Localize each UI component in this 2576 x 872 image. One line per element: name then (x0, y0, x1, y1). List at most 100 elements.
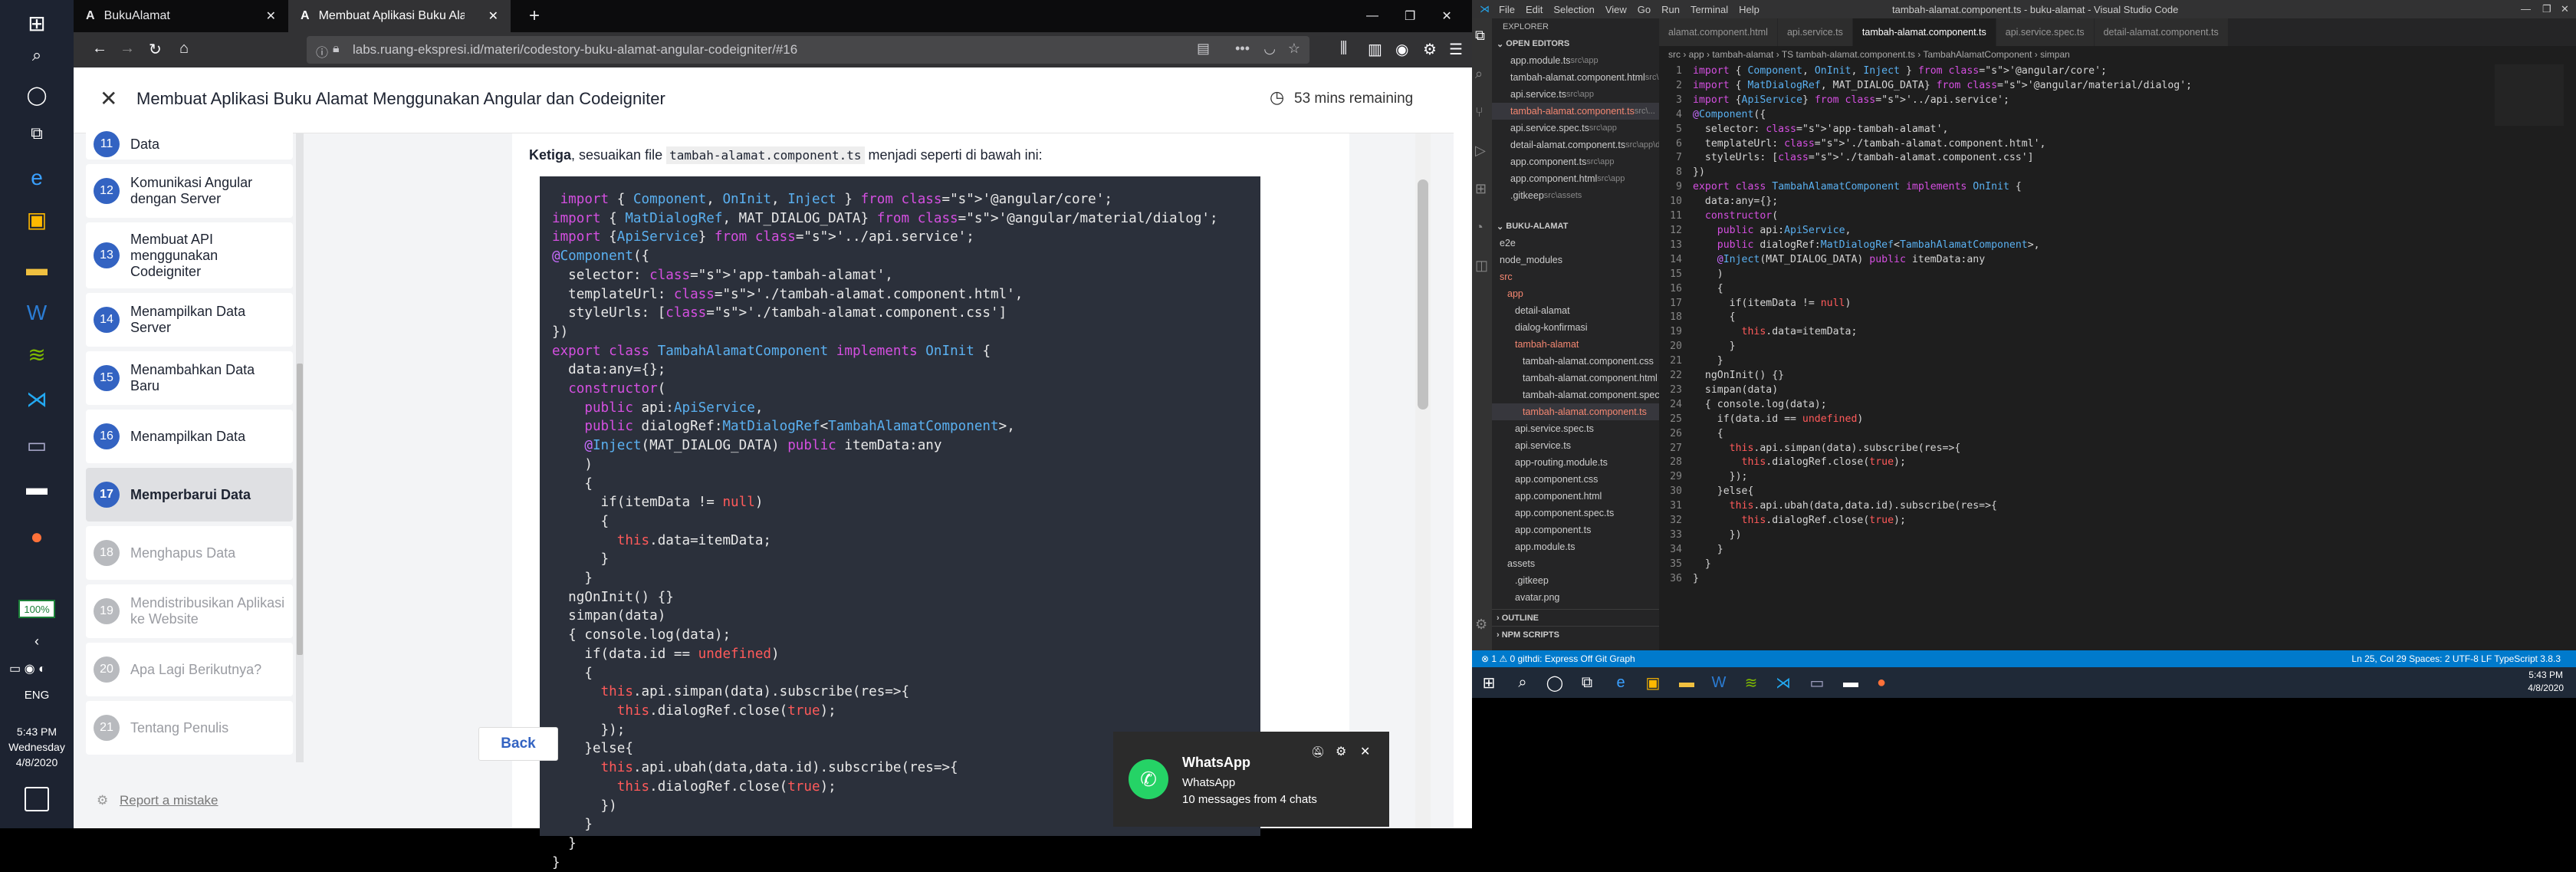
sidebar-scrollbar[interactable] (296, 133, 304, 762)
open-editor-item[interactable]: api.service.spec.ts src\app (1492, 120, 1659, 137)
back-button[interactable]: Back (478, 727, 558, 761)
open-editor-item[interactable]: .gitkeep src\assets (1492, 187, 1659, 204)
open-editor-item[interactable]: app.module.ts src\app (1492, 52, 1659, 69)
search-icon[interactable]: ⌕ (18, 37, 55, 74)
editor-tab[interactable]: api.service.ts (1777, 18, 1853, 46)
notification-center-icon[interactable] (25, 787, 49, 811)
tray-icons[interactable]: ▭ ◉ ◐ (9, 661, 46, 676)
close-icon[interactable]: ✕ (1360, 744, 1370, 759)
tree-item[interactable]: tambah-alamat (1492, 336, 1659, 353)
open-editors-header[interactable]: ⌄ OPEN EDITORS (1492, 35, 1659, 52)
search-icon[interactable]: ⌕ (1509, 670, 1536, 695)
info-icon[interactable]: ⓘ (316, 42, 328, 61)
edge-icon[interactable]: e (1607, 670, 1635, 695)
source-control-icon[interactable]: ⑂ (1475, 104, 1484, 120)
bookmark-star-icon[interactable]: ☆ (1288, 41, 1300, 57)
tree-item[interactable]: api.service.ts (1492, 437, 1659, 454)
cortana-icon[interactable]: ◯ (18, 77, 55, 114)
open-editor-item[interactable]: app.component.ts src\app (1492, 153, 1659, 170)
more-icon[interactable]: ••• (1235, 41, 1250, 57)
tree-item[interactable]: api.service.spec.ts (1492, 420, 1659, 437)
lesson-item[interactable]: 18 Menghapus Data (86, 526, 293, 580)
outline-header[interactable]: › OUTLINE (1492, 609, 1659, 626)
menu-go[interactable]: Go (1638, 4, 1651, 15)
tree-item[interactable]: src (1492, 268, 1659, 285)
store-icon[interactable]: ▣ (1639, 670, 1667, 695)
breadcrumb[interactable]: src › app › tambah-alamat › TS tambah-al… (1659, 46, 2576, 63)
tree-item[interactable]: assets (1492, 555, 1659, 572)
search-icon[interactable]: ⌕ (1475, 66, 1483, 82)
terminal-icon[interactable]: ▬ (18, 469, 55, 506)
editor-tab[interactable]: alamat.component.html (1659, 18, 1778, 46)
firefox-icon[interactable]: ● (1868, 670, 1895, 695)
url-bar[interactable]: ⓘ 🔒︎ labs.ruang-ekspresi.id/materi/codes… (307, 36, 1309, 64)
folder-icon[interactable]: ▬ (1673, 670, 1700, 695)
clock[interactable]: 5:43 PM 4/8/2020 (2528, 669, 2564, 695)
editor-tab[interactable]: tambah-alamat.component.ts (1852, 18, 1996, 46)
history-icon[interactable]: ◔ (1475, 219, 1484, 235)
open-editor-item[interactable]: tambah-alamat.component.html src\... (1492, 69, 1659, 86)
tree-item[interactable]: tambah-alamat.component.spec.ts (1492, 387, 1659, 403)
open-editor-item[interactable]: app.component.html src\app (1492, 170, 1659, 187)
stack-app-icon[interactable]: ≋ (1737, 670, 1765, 695)
clock[interactable]: 5:43 PM Wednesday 4/8/2020 (0, 724, 74, 770)
tree-item[interactable]: tambah-alamat.component.ts (1492, 403, 1659, 420)
home-icon[interactable]: ⌂ (179, 40, 189, 58)
menu-help[interactable]: Help (1739, 4, 1760, 15)
folder-icon[interactable]: ▬ (18, 250, 55, 287)
whatsapp-notification[interactable]: ✆ WhatsApp WhatsApp 10 messages from 4 c… (1113, 732, 1389, 827)
close-icon[interactable]: ✕ (488, 8, 498, 24)
debug-icon[interactable]: ▷ (1475, 143, 1486, 159)
project-header[interactable]: ⌄ BUKU-ALAMAT (1492, 218, 1659, 235)
editor-tab[interactable]: detail-alamat.component.ts (2094, 18, 2229, 46)
reader-icon[interactable]: ▤ (1197, 41, 1210, 57)
extension-icon[interactable]: ⚙ (1423, 40, 1437, 59)
restore-icon[interactable]: ❐ (2542, 3, 2551, 15)
windows-start-icon[interactable]: ⊞ (18, 5, 55, 41)
close-window-icon[interactable]: ✕ (2561, 3, 2569, 15)
tree-item[interactable]: app.component.ts (1492, 522, 1659, 538)
tree-item[interactable]: tambah-alamat.component.html (1492, 370, 1659, 387)
cortana-icon[interactable]: ◯ (1541, 670, 1569, 695)
tree-item[interactable]: e2e (1492, 235, 1659, 252)
tab-bukualamat[interactable]: A BukuAlamat ✕ (74, 0, 288, 32)
stack-app-icon[interactable]: ≋ (18, 336, 55, 373)
explorer-icon[interactable]: ⧉ (1475, 28, 1485, 44)
tree-item[interactable]: app-routing.module.ts (1492, 454, 1659, 471)
minimap[interactable] (2495, 64, 2564, 126)
settings-gear-icon[interactable]: ⚙ (1475, 617, 1487, 633)
restore-icon[interactable]: ❐ (1405, 8, 1415, 24)
lesson-item[interactable]: 12 Komunikasi Angular dengan Server (86, 164, 293, 218)
minimize-icon[interactable]: — (2521, 3, 2531, 15)
windows-start-icon[interactable]: ⊞ (1475, 670, 1503, 695)
page-scrollbar[interactable] (1415, 133, 1431, 828)
close-icon[interactable]: ✕ (266, 8, 276, 24)
account-icon[interactable]: ◉ (1395, 40, 1408, 59)
forward-icon[interactable]: → (120, 40, 135, 58)
vscode-taskbar-icon[interactable]: ⋊ (1769, 670, 1797, 695)
tool-app-icon[interactable]: ▭ (1803, 670, 1831, 695)
terminal-icon[interactable]: ▬ (1837, 670, 1865, 695)
tree-item[interactable]: avatar.png (1492, 589, 1659, 606)
task-view-icon[interactable]: ⧉ (1573, 670, 1601, 695)
new-tab-button[interactable]: + (517, 0, 552, 32)
lesson-item-active[interactable]: 17 Memperbarui Data (86, 468, 293, 522)
tree-item[interactable]: tambah-alamat.component.css (1492, 353, 1659, 370)
sidebar-icon[interactable]: ▥ (1368, 40, 1382, 59)
bell-off-icon[interactable]: 🔕︎ (1311, 745, 1325, 758)
status-left[interactable]: ⊗ 1 ⚠ 0 githdi: Express Off Git Graph (1472, 653, 1635, 664)
open-editor-item[interactable]: api.service.ts src\app (1492, 86, 1659, 103)
menu-run[interactable]: Run (1661, 4, 1680, 15)
lesson-item[interactable]: 16 Menampilkan Data (86, 410, 293, 463)
lesson-item[interactable]: 19 Mendistribusikan Aplikasi ke Website (86, 584, 293, 638)
tree-item[interactable]: app (1492, 285, 1659, 302)
editor-tab[interactable]: api.service.spec.ts (1996, 18, 2095, 46)
menu-file[interactable]: File (1499, 4, 1515, 15)
tree-item[interactable]: node_modules (1492, 252, 1659, 268)
close-window-icon[interactable]: ✕ (1441, 8, 1451, 24)
tree-item[interactable]: app.component.spec.ts (1492, 505, 1659, 522)
remote-icon[interactable]: ◫ (1475, 258, 1488, 274)
menu-icon[interactable]: ☰ (1449, 40, 1463, 59)
lesson-item[interactable]: 21 Tentang Penulis (86, 701, 293, 755)
tool-app-icon[interactable]: ▭ (18, 426, 55, 463)
